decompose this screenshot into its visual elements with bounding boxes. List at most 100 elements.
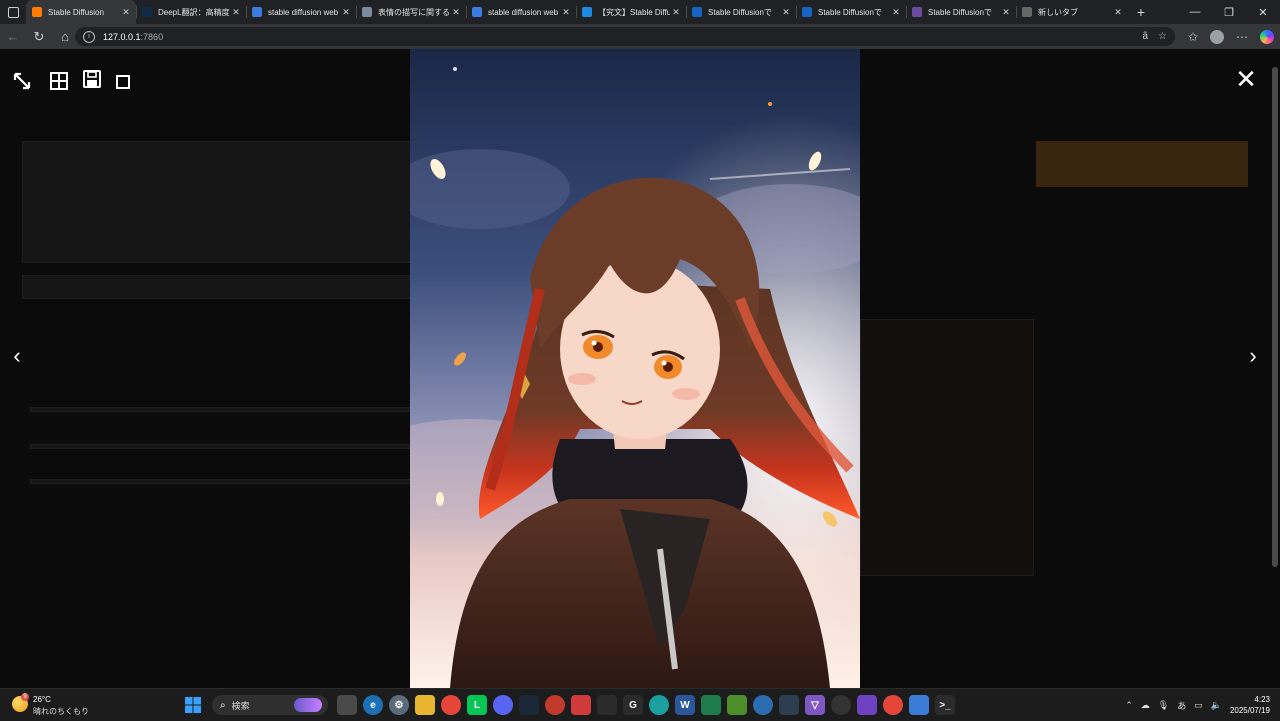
minimize-button[interactable]: — — [1178, 0, 1212, 24]
close-tab-icon[interactable]: ✕ — [230, 7, 242, 18]
tab-title: DeepL翻訳：高精度 — [158, 7, 230, 17]
start-icon[interactable] — [183, 695, 203, 715]
back-button[interactable]: ← — [0, 24, 26, 49]
weather-widget[interactable]: 9 26°C 晴れのちくもり — [12, 693, 102, 717]
app-icon[interactable] — [753, 695, 773, 715]
tile-icon[interactable] — [47, 69, 71, 93]
clock-date: 2025/07/19 — [1229, 706, 1270, 715]
file-explorer-icon[interactable] — [415, 695, 435, 715]
save-icon[interactable] — [80, 67, 104, 91]
tab-title: Stable Diffusionで — [928, 7, 992, 17]
app-icon[interactable] — [779, 695, 799, 715]
dim-slider — [30, 444, 412, 449]
fullscreen-icon[interactable] — [10, 69, 34, 93]
app-icon[interactable] — [909, 695, 929, 715]
reload-button[interactable]: ↻ — [26, 24, 52, 49]
close-lightbox-button[interactable]: ✕ — [1234, 66, 1258, 92]
previous-image-button[interactable]: ‹ — [7, 341, 27, 371]
close-tab-icon[interactable]: ✕ — [780, 7, 792, 18]
dim-slider — [30, 407, 412, 412]
ime-indicator[interactable]: あ — [1177, 699, 1186, 712]
chrome-icon[interactable] — [441, 695, 461, 715]
close-tab-icon[interactable]: ✕ — [1000, 7, 1012, 18]
app-icon[interactable] — [649, 695, 669, 715]
app-icon[interactable]: ▽ — [805, 695, 825, 715]
app-icon[interactable] — [545, 695, 565, 715]
browser-tab[interactable]: 表情の描写に関する ✕ — [356, 0, 466, 24]
close-tab-icon[interactable]: ✕ — [340, 7, 352, 18]
discord-icon[interactable] — [493, 695, 513, 715]
new-tab-button[interactable]: + — [1128, 4, 1154, 20]
terminal-icon[interactable]: >_ — [935, 695, 955, 715]
omnibox[interactable]: i 127.0.0.1:7860 ã ☆ — [75, 27, 1175, 46]
toggle-icon[interactable] — [111, 70, 135, 94]
close-tab-icon[interactable]: ✕ — [450, 7, 462, 18]
page-scrollbar[interactable] — [1272, 51, 1278, 686]
sheets-icon[interactable] — [701, 695, 721, 715]
browser-tab[interactable]: 【究文】Stable Diffu ✕ — [576, 0, 686, 24]
maximize-button[interactable]: ❐ — [1212, 0, 1246, 24]
browser-tab[interactable]: DeepL翻訳：高精度 ✕ — [136, 0, 246, 24]
tab-title: 表情の描写に関する — [378, 7, 450, 17]
close-tab-icon[interactable]: ✕ — [120, 7, 132, 18]
next-image-button[interactable]: › — [1243, 341, 1263, 371]
task-view-icon[interactable] — [337, 695, 357, 715]
dim-prompt-area — [22, 141, 412, 263]
profile-avatar[interactable] — [1210, 29, 1224, 44]
more-menu-icon[interactable]: ⋯ — [1236, 30, 1248, 44]
dim-tabs — [22, 275, 412, 299]
site-info-icon[interactable]: i — [83, 30, 95, 43]
tab-title: Stable Diffusionで — [818, 7, 882, 17]
page-icon — [802, 7, 812, 17]
browser-tab[interactable]: Stable Diffusionで ✕ — [796, 0, 906, 24]
close-tab-icon[interactable]: ✕ — [1112, 7, 1124, 18]
close-tab-icon[interactable]: ✕ — [560, 7, 572, 18]
clock[interactable]: 4:23 2025/07/19 — [1230, 694, 1270, 716]
app-icon[interactable] — [597, 695, 617, 715]
close-tab-icon[interactable]: ✕ — [890, 7, 902, 18]
browser-tab[interactable]: Stable Diffusionで ✕ — [686, 0, 796, 24]
minecraft-icon[interactable] — [727, 695, 747, 715]
edge-icon[interactable]: e — [363, 695, 383, 715]
steam-icon[interactable] — [519, 695, 539, 715]
microphone-icon[interactable]: 🎙 — [1158, 700, 1169, 711]
url-host: 127.0.0.1 — [103, 31, 141, 42]
app-icon[interactable] — [571, 695, 591, 715]
close-window-button[interactable]: ✕ — [1246, 0, 1280, 24]
browser-tab[interactable]: 新しいタブ ✕ — [1016, 0, 1128, 24]
url-port: :7860 — [140, 31, 164, 42]
webpage: ✕ ‹ › — [0, 49, 1280, 688]
volume-icon[interactable]: 🔈 — [1211, 700, 1222, 711]
copilot-icon[interactable] — [1260, 29, 1274, 44]
browser-tab[interactable]: stable diffusion web ✕ — [246, 0, 356, 24]
favorites-icon[interactable]: ✩ — [1188, 30, 1198, 44]
search-icon — [252, 7, 262, 17]
dim-slider — [30, 479, 412, 484]
line-icon[interactable]: L — [467, 695, 487, 715]
tab-title: 新しいタブ — [1038, 7, 1078, 17]
browser-tab[interactable]: Stable Diffusionで ✕ — [906, 0, 1016, 24]
close-tab-icon[interactable]: ✕ — [670, 7, 682, 18]
search-icon: ⌕ — [220, 699, 226, 711]
tab-title: stable diffusion web — [488, 7, 559, 17]
app-icon[interactable] — [857, 695, 877, 715]
app-icon[interactable] — [831, 695, 851, 715]
dim-generate-button — [1036, 141, 1248, 187]
network-icon[interactable]: ▭ — [1194, 700, 1203, 711]
app-icon[interactable]: G — [623, 695, 643, 715]
url-text[interactable]: 127.0.0.1:7860 — [103, 32, 163, 42]
word-icon[interactable]: W — [675, 695, 695, 715]
taskbar-search[interactable]: ⌕ 検索 — [212, 695, 328, 715]
tab-actions-icon[interactable] — [0, 0, 26, 24]
browser-tab[interactable]: stable diffusion web ✕ — [466, 0, 576, 24]
onedrive-icon[interactable]: ☁ — [1141, 700, 1150, 711]
chevron-up-icon[interactable]: ⌃ — [1125, 700, 1133, 711]
favorite-star-icon[interactable]: ☆ — [1158, 31, 1167, 42]
page-icon — [582, 7, 592, 17]
read-aloud-icon[interactable]: ã — [1142, 31, 1148, 42]
settings-icon[interactable]: ⚙ — [389, 695, 409, 715]
browser-tab[interactable]: Stable Diffusion ✕ — [26, 0, 136, 24]
tab-title: 【究文】Stable Diffu — [598, 7, 670, 17]
chrome-icon[interactable] — [883, 695, 903, 715]
clock-time: 4:23 — [1254, 695, 1270, 704]
